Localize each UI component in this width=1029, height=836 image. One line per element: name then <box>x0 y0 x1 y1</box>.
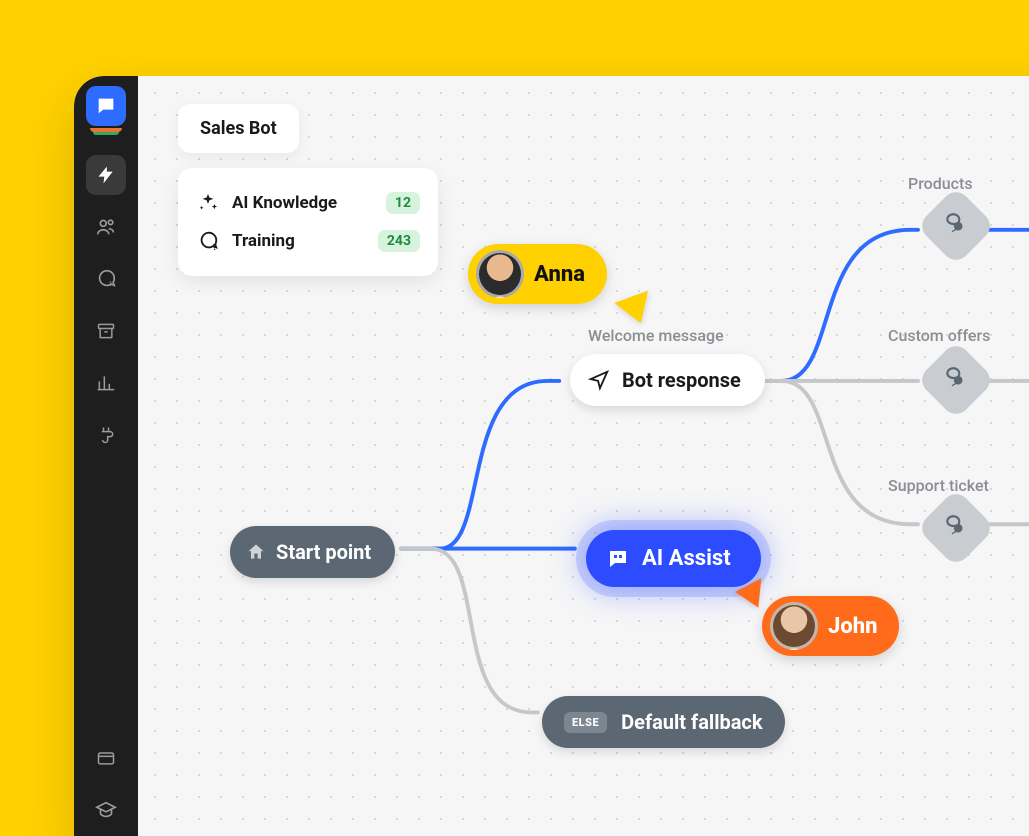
node-start-label: Start point <box>276 540 371 564</box>
user-chat-icon <box>943 211 969 241</box>
branch-products-label: Products <box>908 174 973 193</box>
sparkle-icon <box>196 192 220 214</box>
branch-support-ticket[interactable] <box>916 488 995 567</box>
chat-bot-icon <box>606 547 630 571</box>
bot-info-panel: AI Knowledge 12 ? Training 243 <box>178 168 438 276</box>
ai-knowledge-badge: 12 <box>386 192 420 214</box>
avatar <box>770 602 818 650</box>
nav-chats[interactable] <box>86 259 126 299</box>
node-bot-response[interactable]: Bot response <box>570 354 765 406</box>
nav-learn[interactable] <box>86 790 126 830</box>
node-ai-assist-label: AI Assist <box>642 546 731 571</box>
training-label: Training <box>232 231 366 251</box>
user-chat-icon <box>943 365 969 395</box>
panel-row-ai-knowledge[interactable]: AI Knowledge 12 <box>196 184 420 222</box>
else-label: ELSE <box>564 712 607 733</box>
nav-billing[interactable] <box>86 738 126 778</box>
branch-support-ticket-label: Support ticket <box>888 476 989 495</box>
ai-knowledge-label: AI Knowledge <box>232 193 374 213</box>
training-badge: 243 <box>378 230 420 252</box>
branch-custom-offers[interactable] <box>916 340 995 419</box>
branch-products[interactable] <box>916 186 995 265</box>
flow-canvas[interactable]: Sales Bot AI Knowledge 12 ? Training 243 <box>138 76 1029 836</box>
nav-contacts[interactable] <box>86 207 126 247</box>
cursor-pointer-anna <box>614 291 657 330</box>
app-window: Sales Bot AI Knowledge 12 ? Training 243 <box>74 76 1029 836</box>
chat-question-icon: ? <box>196 230 220 252</box>
sidebar <box>74 76 138 836</box>
avatar <box>476 250 524 298</box>
node-ai-assist[interactable]: AI Assist <box>586 530 761 587</box>
nav-builder[interactable] <box>86 155 126 195</box>
node-fallback[interactable]: ELSE Default fallback <box>542 696 785 748</box>
bot-title-chip[interactable]: Sales Bot <box>178 104 299 153</box>
nav-integrations[interactable] <box>86 415 126 455</box>
collaborator-john[interactable]: John <box>762 596 899 656</box>
bot-title: Sales Bot <box>200 118 277 139</box>
collaborator-john-name: John <box>828 614 877 639</box>
collaborator-anna[interactable]: Anna <box>468 244 607 304</box>
svg-text:?: ? <box>213 243 217 252</box>
panel-row-training[interactable]: ? Training 243 <box>196 222 420 260</box>
node-start[interactable]: Start point <box>230 526 395 578</box>
node-fallback-label: Default fallback <box>621 710 762 734</box>
branch-custom-offers-label: Custom offers <box>888 326 990 345</box>
user-chat-icon <box>943 513 969 543</box>
nav-analytics[interactable] <box>86 363 126 403</box>
nav-archive[interactable] <box>86 311 126 351</box>
collaborator-anna-name: Anna <box>534 262 585 287</box>
home-icon <box>246 542 266 562</box>
node-bot-response-label: Bot response <box>622 368 741 392</box>
app-logo[interactable] <box>86 86 126 126</box>
send-icon <box>588 369 610 391</box>
welcome-message-label: Welcome message <box>588 326 724 345</box>
